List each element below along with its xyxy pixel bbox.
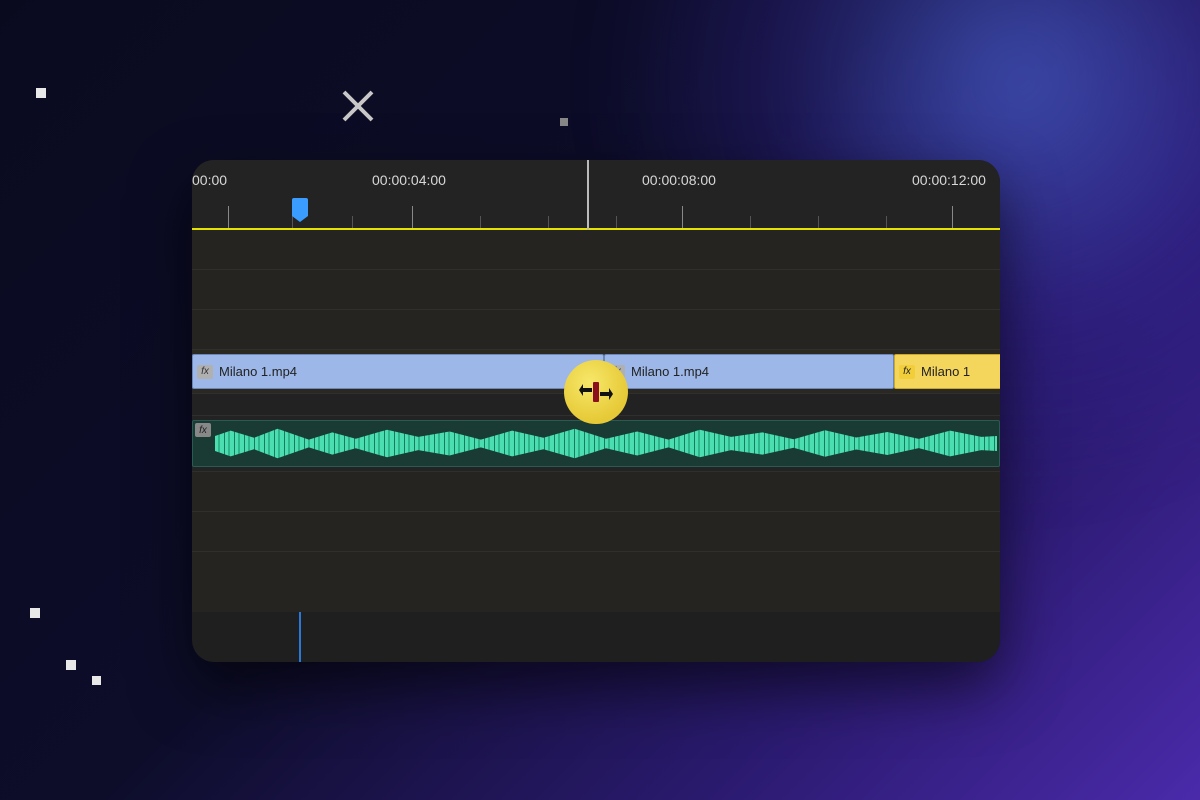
ruler-tick bbox=[682, 206, 683, 228]
fx-badge-icon: fx bbox=[195, 423, 211, 437]
track-a2[interactable] bbox=[192, 472, 1000, 512]
ruler-tick bbox=[352, 216, 353, 228]
particle bbox=[92, 676, 101, 685]
ruler-tick bbox=[480, 216, 481, 228]
track-v1[interactable]: fx Milano 1.mp4 fx Milano 1.mp4 fx Milan… bbox=[192, 350, 1000, 394]
particle bbox=[560, 118, 568, 126]
track-v4[interactable] bbox=[192, 230, 1000, 270]
track-v2[interactable] bbox=[192, 310, 1000, 350]
timeline-panel[interactable]: 00:00 00:00:04:00 00:00:08:00 00:00:12:0… bbox=[192, 160, 1000, 662]
particle bbox=[30, 608, 40, 618]
ruler-tick bbox=[228, 206, 229, 228]
particle bbox=[66, 660, 76, 670]
ruler-tick bbox=[750, 216, 751, 228]
ruler-tick bbox=[886, 216, 887, 228]
clip-label: Milano 1.mp4 bbox=[219, 364, 297, 379]
clip-label: Milano 1.mp4 bbox=[631, 364, 709, 379]
ruler-tick bbox=[952, 206, 953, 228]
fx-badge-icon: fx bbox=[609, 365, 625, 379]
track-v3[interactable] bbox=[192, 270, 1000, 310]
ruler-tick-label: 00:00 bbox=[192, 172, 227, 188]
ruler-tick bbox=[818, 216, 819, 228]
ruler-tick-label: 00:00:04:00 bbox=[372, 172, 446, 188]
marker-line bbox=[587, 160, 589, 230]
track-a3[interactable] bbox=[192, 512, 1000, 552]
track-a1[interactable]: fx bbox=[192, 416, 1000, 472]
audio-clip[interactable]: fx bbox=[192, 420, 1000, 467]
waveform bbox=[215, 442, 997, 460]
ruler-tick bbox=[412, 206, 413, 228]
playhead-handle[interactable] bbox=[292, 198, 308, 216]
track-gap bbox=[192, 394, 1000, 416]
clip-label: Milano 1 bbox=[921, 364, 970, 379]
ruler-tick-label: 00:00:12:00 bbox=[912, 172, 986, 188]
ruler-tick bbox=[548, 216, 549, 228]
video-clip[interactable]: fx Milano 1.mp4 bbox=[192, 354, 604, 389]
ruler-tick-label: 00:00:08:00 bbox=[642, 172, 716, 188]
time-ruler[interactable]: 00:00 00:00:04:00 00:00:08:00 00:00:12:0… bbox=[192, 160, 1000, 230]
fx-badge-icon: fx bbox=[899, 365, 915, 379]
track-a4[interactable] bbox=[192, 552, 1000, 612]
video-clip-selected[interactable]: fx Milano 1 bbox=[894, 354, 1000, 389]
close-icon[interactable] bbox=[338, 86, 378, 126]
fx-badge-icon: fx bbox=[197, 365, 213, 379]
tracks-area[interactable]: fx Milano 1.mp4 fx Milano 1.mp4 fx Milan… bbox=[192, 230, 1000, 662]
particle bbox=[36, 88, 46, 98]
video-clip[interactable]: fx Milano 1.mp4 bbox=[604, 354, 894, 389]
ruler-tick bbox=[616, 216, 617, 228]
